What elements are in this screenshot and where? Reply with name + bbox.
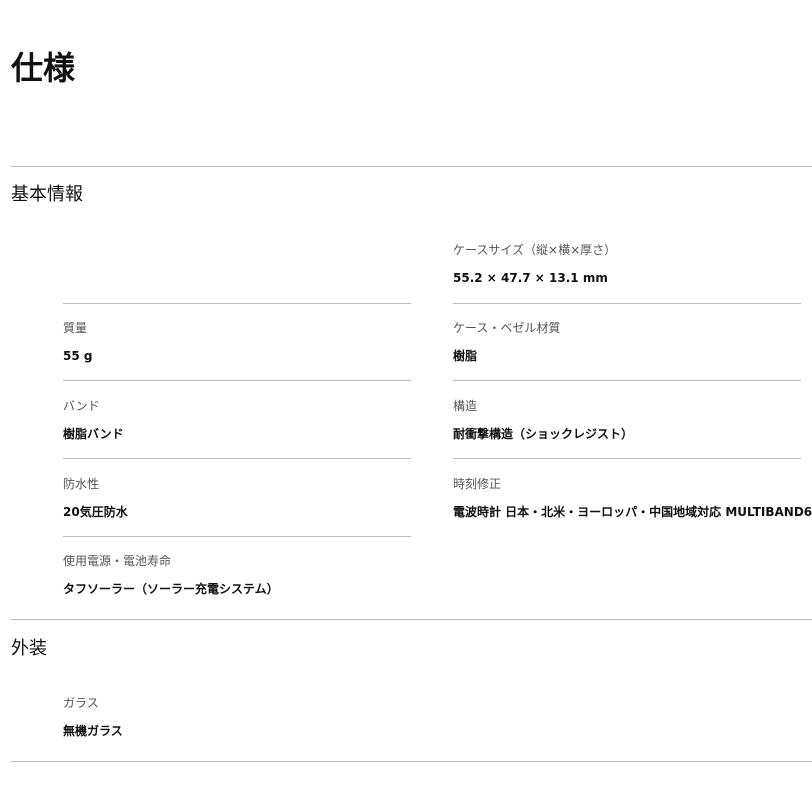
- spec-value: 電波時計 日本・北米・ヨーロッパ・中国地域対応 MULTIBAND6: [453, 505, 812, 519]
- section-divider-top: [11, 166, 812, 167]
- spec-divider: [453, 458, 801, 459]
- spec-label: 防水性: [63, 477, 100, 491]
- spec-label: バンド: [63, 399, 100, 413]
- spec-label: 質量: [63, 321, 88, 335]
- page-title: 仕様: [11, 49, 76, 87]
- spec-label: 使用電源・電池寿命: [63, 554, 172, 568]
- spec-divider: [453, 303, 801, 304]
- section-title-basic-info: 基本情報: [11, 184, 83, 205]
- spec-label: ケース・ベゼル材質: [453, 321, 561, 335]
- section-title-exterior: 外装: [11, 638, 47, 659]
- spec-value: 55.2 × 47.7 × 13.1 mm: [453, 271, 608, 285]
- spec-value: 樹脂バンド: [63, 427, 124, 441]
- spec-value: 55 g: [63, 349, 93, 363]
- spec-divider: [63, 536, 411, 537]
- spec-divider: [453, 380, 801, 381]
- spec-label: 時刻修正: [453, 477, 502, 491]
- spec-divider: [63, 458, 411, 459]
- spec-page: 仕様 基本情報 ケースサイズ（縦×横×厚さ） 55.2 × 47.7 × 13.…: [0, 0, 812, 812]
- spec-value: タフソーラー（ソーラー充電システム）: [63, 582, 279, 596]
- section-divider: [11, 619, 812, 620]
- spec-value: 樹脂: [453, 349, 478, 363]
- spec-value: 20気圧防水: [63, 505, 128, 519]
- spec-value: 無機ガラス: [63, 724, 123, 738]
- spec-label: ガラス: [63, 696, 99, 710]
- spec-divider: [63, 303, 411, 304]
- spec-label: ケースサイズ（縦×横×厚さ）: [453, 243, 617, 257]
- spec-value: 耐衝撃構造（ショックレジスト）: [453, 427, 634, 441]
- spec-divider: [63, 380, 411, 381]
- spec-label: 構造: [453, 399, 478, 413]
- section-divider-bottom: [11, 761, 812, 762]
